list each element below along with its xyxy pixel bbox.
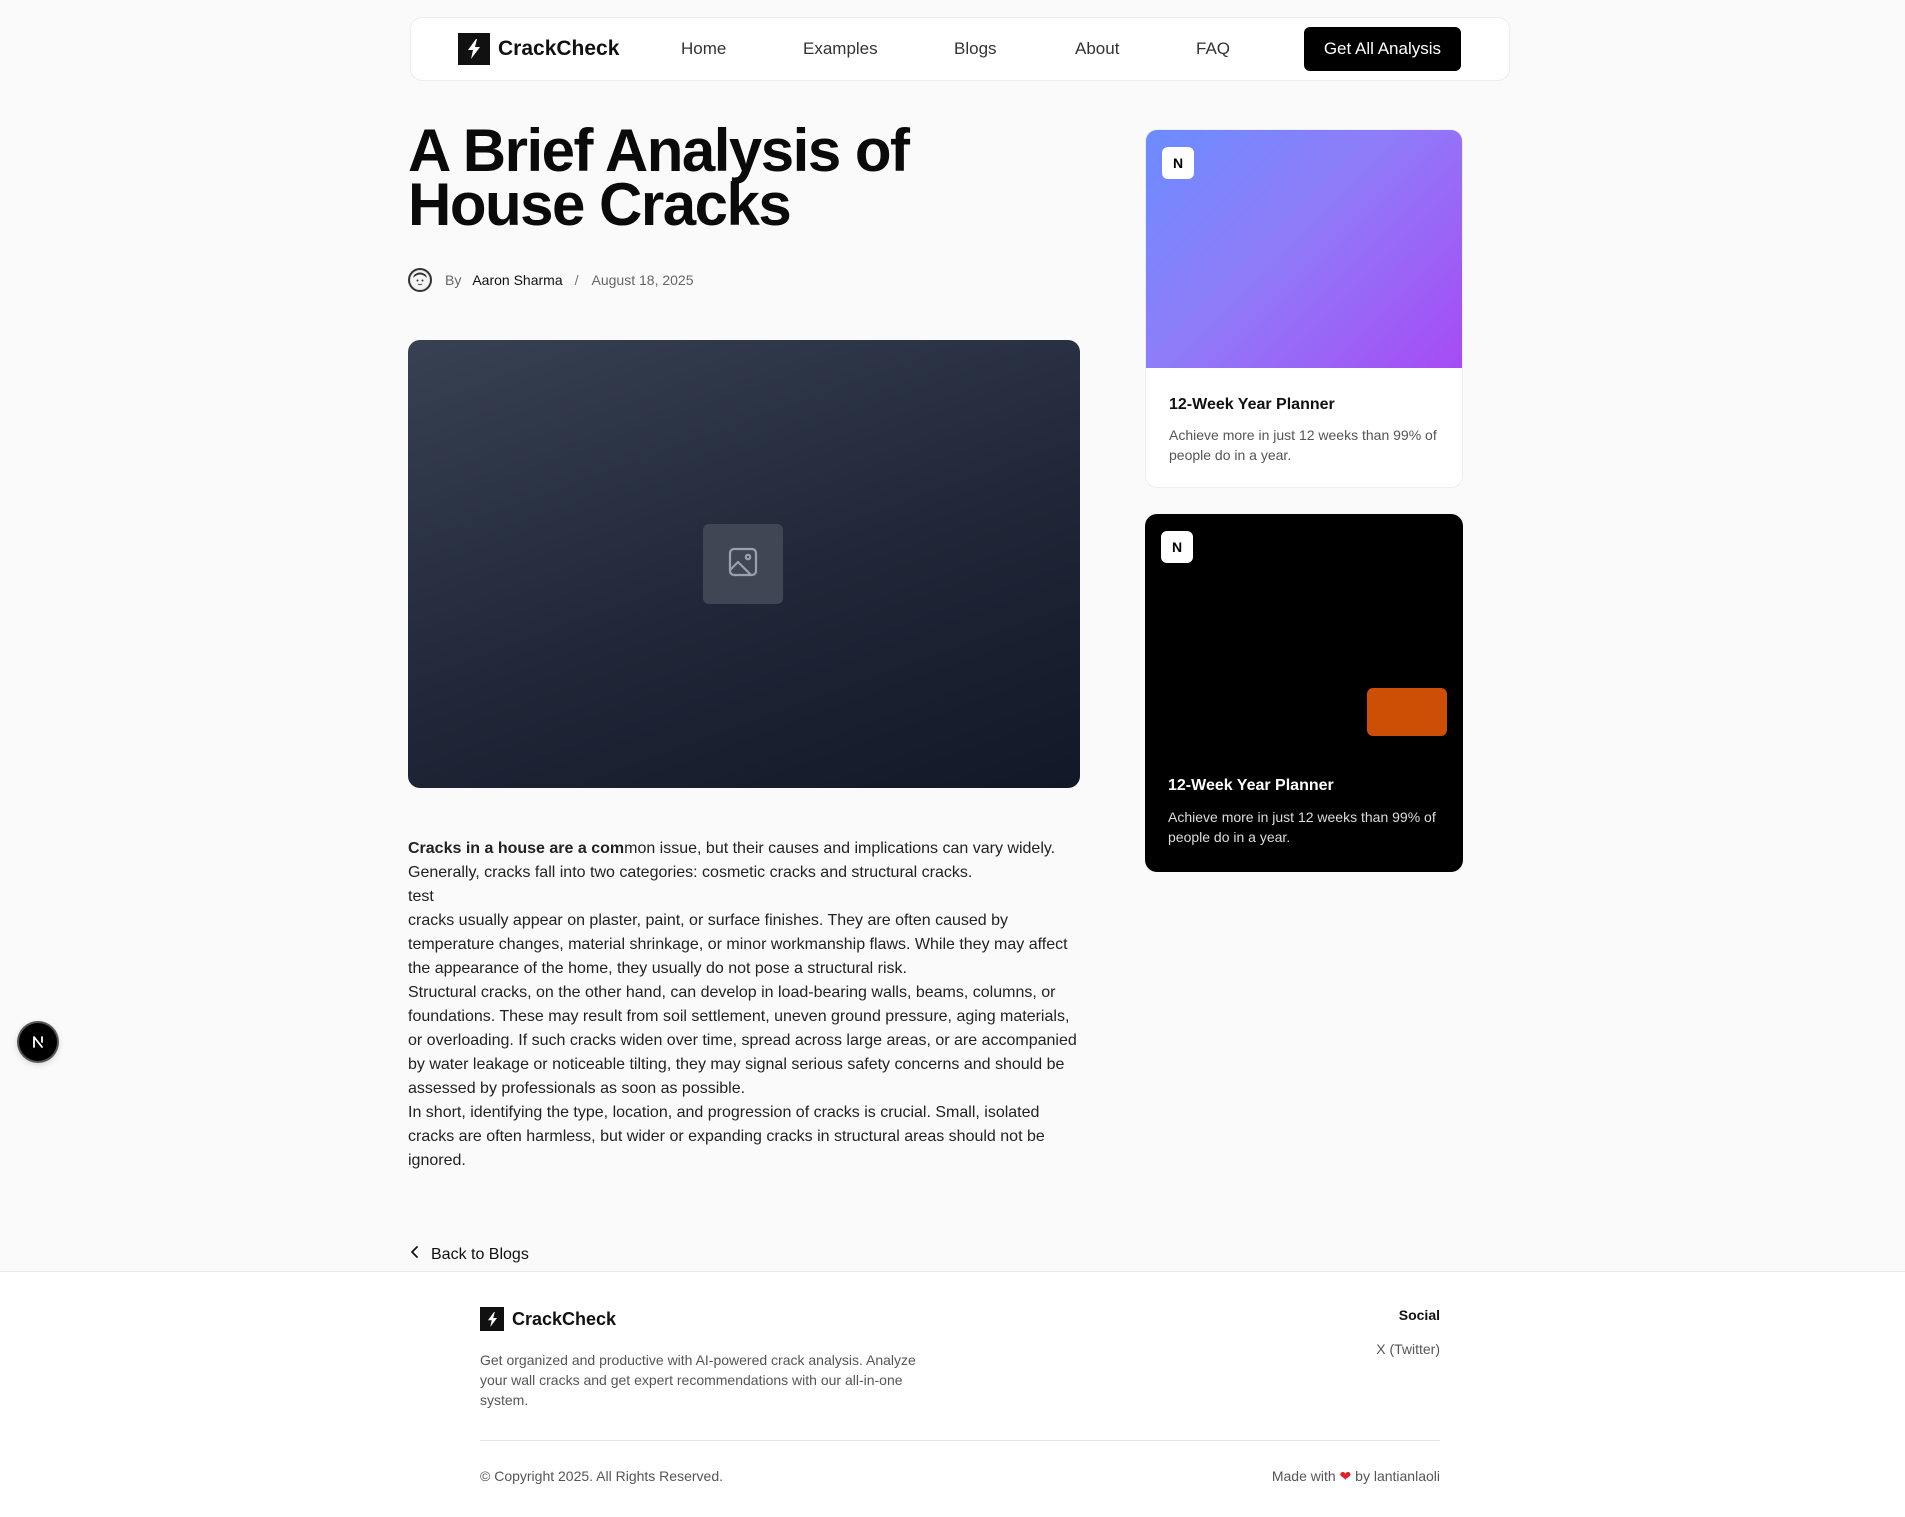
twitter-link[interactable]: X (Twitter) [1376, 1341, 1440, 1357]
paragraph-intro: Cracks in a house are a common issue, bu… [408, 837, 1083, 861]
card-orange-button[interactable] [1367, 688, 1447, 736]
bolt-icon [458, 33, 490, 65]
nextjs-dev-badge[interactable] [19, 1023, 57, 1061]
made-prefix: Made with [1271, 1468, 1336, 1484]
made-with: Made with ❤ by lantianlaoli [1272, 1468, 1440, 1485]
paragraph: Structural cracks, on the other hand, ca… [408, 984, 1077, 1097]
top-navbar: CrackCheck Home Examples Blogs About FAQ… [410, 17, 1510, 81]
n-badge-icon: N [1161, 531, 1193, 563]
image-placeholder [703, 524, 783, 604]
footer-brand-name: CrackCheck [512, 1308, 617, 1329]
footer-brand[interactable]: CrackCheck [480, 1307, 616, 1331]
avatar [408, 268, 432, 292]
image-icon [727, 546, 759, 583]
back-label: Back to Blogs [431, 1245, 529, 1263]
nav-link-examples[interactable]: Examples [803, 39, 878, 59]
footer-description: Get organized and productive with AI-pow… [480, 1352, 916, 1408]
article-title: A Brief Analysis of House Cracks [408, 117, 910, 238]
get-all-analysis-button[interactable]: Get All Analysis [1303, 27, 1461, 71]
heart-icon: ❤ [1339, 1468, 1352, 1484]
nav-link-about[interactable]: About [1075, 39, 1119, 59]
author-name[interactable]: Aaron Sharma [472, 272, 562, 288]
nav-link-blogs[interactable]: Blogs [954, 39, 997, 59]
n-badge-icon: N [1162, 147, 1194, 179]
paragraph: test [408, 888, 434, 905]
made-suffix[interactable]: by lantianlaoli [1355, 1468, 1440, 1484]
brand-name: CrackCheck [498, 37, 620, 60]
card-description: Achieve more in just 12 weeks than 99% o… [1169, 427, 1437, 463]
intro-bold: Cracks in a house are a com [408, 840, 625, 857]
promo-card-2[interactable]: N 12-Week Year Planner Achieve more in j… [1145, 514, 1463, 872]
card-gradient-banner: N [1146, 130, 1462, 368]
footer-divider [480, 1440, 1440, 1441]
card-title: 12-Week Year Planner [1169, 396, 1335, 413]
chevron-left-icon [408, 1245, 422, 1264]
copyright: © Copyright 2025. All Rights Reserved. [480, 1468, 723, 1484]
hero-image [408, 340, 1080, 788]
article-body: Cracks in a house are a common issue, bu… [408, 837, 1083, 1173]
footer: CrackCheck Get organized and productive … [0, 1271, 1905, 1517]
paragraph: cracks usually appear on plaster, paint,… [408, 912, 1068, 977]
bolt-icon [480, 1307, 504, 1331]
paragraph: In short, identifying the type, location… [408, 1104, 1045, 1169]
nav-link-faq[interactable]: FAQ [1196, 39, 1230, 59]
paragraph: Generally, cracks fall into two categori… [408, 864, 973, 881]
card-title: 12-Week Year Planner [1168, 777, 1334, 794]
nav-link-home[interactable]: Home [681, 39, 726, 59]
brand[interactable]: CrackCheck [458, 33, 619, 65]
byline: By Aaron Sharma / August 18, 2025 [408, 268, 694, 292]
intro-rest: mon issue, but their causes and implicat… [624, 840, 1056, 857]
publish-date: August 18, 2025 [591, 272, 694, 288]
back-to-blogs-link[interactable]: Back to Blogs [408, 1245, 529, 1264]
social-heading: Social [1398, 1307, 1440, 1323]
byline-separator: / [574, 272, 579, 288]
card-description: Achieve more in just 12 weeks than 99% o… [1168, 809, 1436, 845]
promo-card-1[interactable]: N 12-Week Year Planner Achieve more in j… [1145, 129, 1463, 488]
byline-by: By [445, 272, 462, 288]
